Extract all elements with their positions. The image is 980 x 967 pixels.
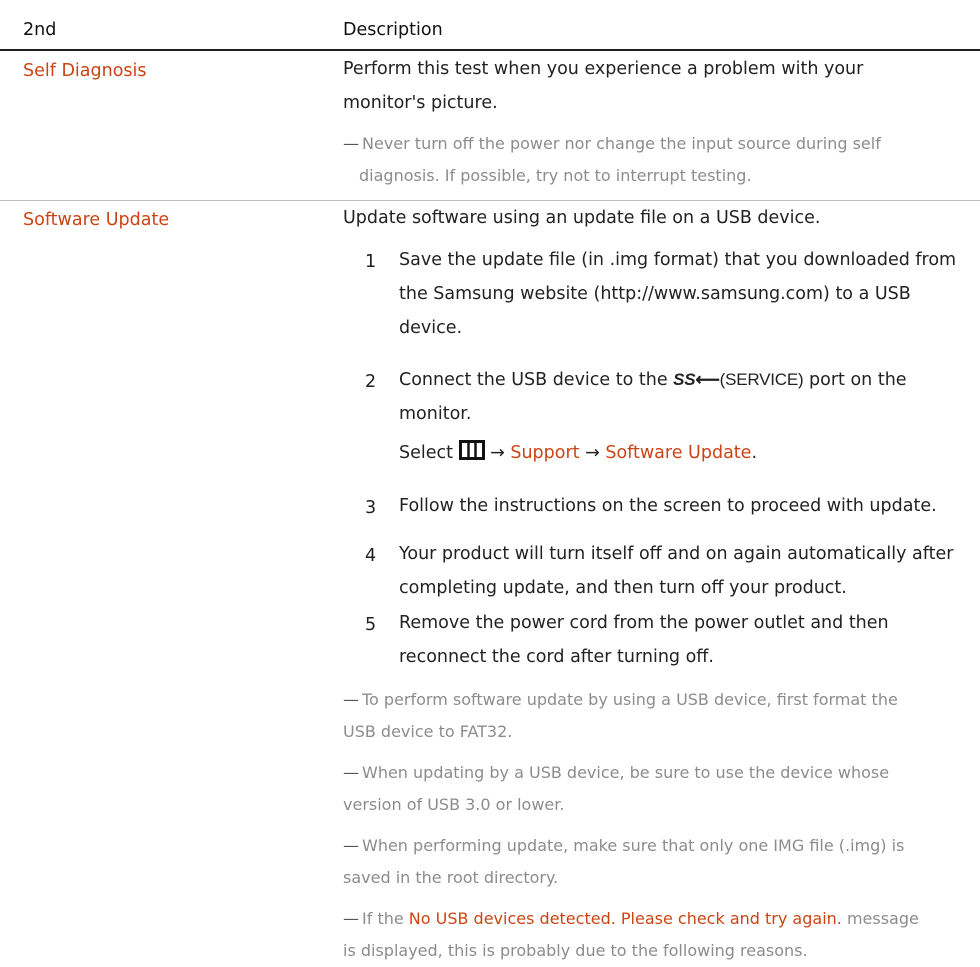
step-number: 2 xyxy=(365,372,377,392)
software-update-note: — When performing update, make sure that … xyxy=(343,836,905,855)
table-header: 2nd Description xyxy=(0,0,980,49)
note-mark-icon: — xyxy=(343,690,359,709)
note-1-line2: USB device to FAT32. xyxy=(343,722,513,741)
note-2-line2: version of USB 3.0 or lower. xyxy=(343,795,565,814)
step-number: 5 xyxy=(365,615,377,635)
step-1-line3: device. xyxy=(399,318,463,338)
software-update-intro: Update software using an update file on … xyxy=(343,208,821,228)
step-number: 3 xyxy=(365,498,377,518)
self-diagnosis-note: — Never turn off the power nor change the… xyxy=(343,134,881,153)
step-number: 1 xyxy=(365,252,377,272)
software-update-label: Software Update xyxy=(23,210,170,230)
menu-software-update: Software Update xyxy=(605,443,752,463)
step-4-line2: completing update, and then turn off you… xyxy=(399,578,847,598)
note-mark-icon: — xyxy=(343,134,359,153)
step-number: 4 xyxy=(365,546,377,566)
software-update-note: — If the No USB devices detected. Please … xyxy=(343,909,919,928)
software-update-note: — When updating by a USB device, be sure … xyxy=(343,763,890,782)
header-col-2nd: 2nd xyxy=(23,20,57,40)
step-2-line1: Connect the USB device to the SS⟵(SERVIC… xyxy=(399,370,907,390)
note-4-line2: is displayed, this is probably due to th… xyxy=(343,941,808,960)
note-mark-icon: — xyxy=(343,909,359,928)
header-col-description: Description xyxy=(343,20,443,40)
menu-icon xyxy=(458,440,485,460)
usb-service-port: SS⟵(SERVICE) xyxy=(673,370,804,389)
step-3-line1: Follow the instructions on the screen to… xyxy=(399,496,937,516)
step-1-line1: Save the update file (in .img format) th… xyxy=(399,250,957,270)
manual-page: 2nd Description Self Diagnosis Perform t… xyxy=(0,0,980,966)
step-2-line2: monitor. xyxy=(399,404,472,424)
note-3-line2: saved in the root directory. xyxy=(343,868,559,887)
step-2-menu-path: Select → Support → Software Update. xyxy=(399,436,757,470)
step-5-line1: Remove the power cord from the power out… xyxy=(399,613,889,633)
header-rule xyxy=(0,49,980,51)
self-diagnosis-label: Self Diagnosis xyxy=(23,61,147,81)
note-mark-icon: — xyxy=(343,836,359,855)
step-5-line2: reconnect the cord after turning off. xyxy=(399,647,714,667)
error-message-highlight: No USB devices detected. Please check an… xyxy=(408,909,842,928)
step-4-line1: Your product will turn itself off and on… xyxy=(399,544,954,564)
self-diagnosis-note-line2: diagnosis. If possible, try not to inter… xyxy=(359,166,752,185)
step-1-line2: the Samsung website (http://www.samsung.… xyxy=(399,284,911,304)
note-mark-icon: — xyxy=(343,763,359,782)
self-diagnosis-desc-line1: Perform this test when you experience a … xyxy=(343,59,864,79)
self-diagnosis-desc-line2: monitor's picture. xyxy=(343,93,498,113)
menu-support: Support xyxy=(510,443,580,463)
usb-superspeed-icon: SS xyxy=(673,370,696,389)
usb-arrow-icon: ⟵ xyxy=(695,370,720,389)
software-update-note: — To perform software update by using a U… xyxy=(343,690,898,709)
